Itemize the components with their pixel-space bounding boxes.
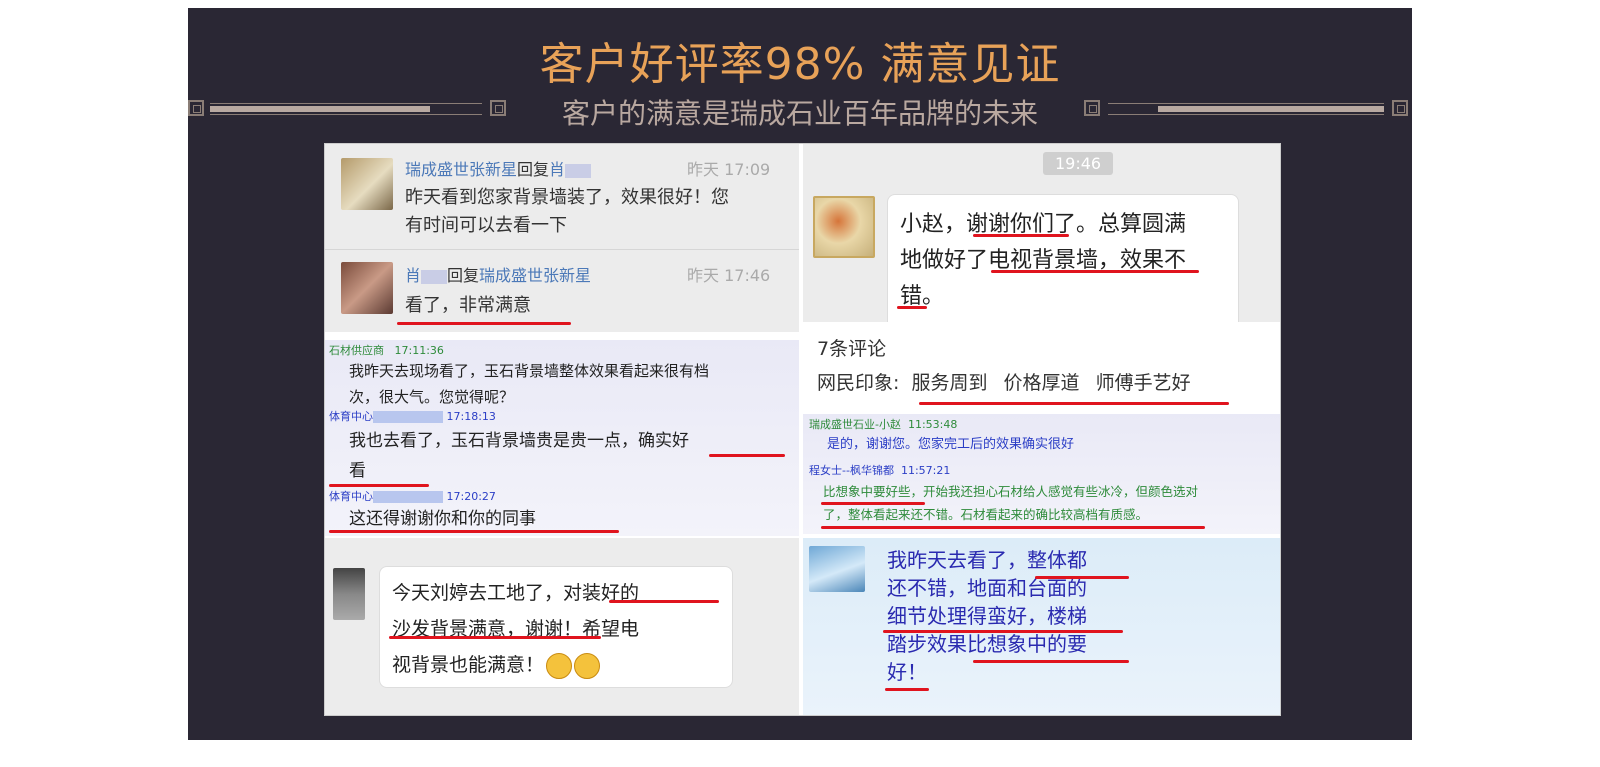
comment-count: 7条评论 (817, 338, 887, 360)
red-underline (897, 306, 927, 309)
sender-name: 体育中心 (329, 490, 373, 503)
chat-bubble: 今天刘婷去工地了，对装好的 沙发背景满意，谢谢！希望电 视背景也能满意！ (379, 566, 733, 688)
red-underline (1035, 576, 1129, 579)
banner-title: 客户好评率98% 满意见证 (539, 39, 1061, 90)
red-underline (973, 660, 1129, 663)
chat-text: 是的，谢谢您。您家完工后的效果确实很好 (827, 437, 1075, 452)
red-underline (991, 270, 1199, 273)
red-underline (883, 630, 1123, 633)
chat-text-line: 比想象中要好些，开始我还担心石材给人感觉有些冰冷，但颜色选对 (823, 484, 1199, 499)
sender-name: 程女士--枫华锦都 (809, 464, 894, 477)
sender-time: 17:18:13 (446, 410, 496, 423)
impression-panel: 7条评论 网民印象: 服务周到 价格厚道 师傅手艺好 (803, 322, 1280, 414)
bubble-line: 地做好了电视背景墙，效果不 (900, 248, 1187, 273)
chat-text: 我昨天去现场看了，玉石背景墙整体效果看起来很有档 次，很大气。您觉得呢？ (349, 358, 709, 410)
user-avatar (341, 262, 393, 314)
red-underline (329, 484, 429, 487)
chat-text-line: 我也去看了，玉石背景墙贵是贵一点，确实好 (349, 431, 689, 451)
user-name: 肖 (405, 266, 422, 285)
red-underline (821, 526, 1205, 529)
chat-sender: 程女士--枫华锦都 11:57:21 (809, 462, 950, 478)
post-time: 昨天 17:46 (687, 266, 771, 285)
impression-tag: 师傅手艺好 (1095, 372, 1191, 394)
red-underline (709, 454, 785, 457)
post-text-line: 有时间可以去看一下 (405, 215, 567, 236)
bubble-text: 今天刘婷去工地了，对装好的 沙发背景满意，谢谢！希望电 视背景也能满意！ (392, 575, 639, 683)
reply-header: 瑞成盛世张新星回复肖 (405, 156, 592, 180)
bubble-line: 视背景也能满意！ (392, 647, 639, 683)
red-underline (609, 600, 719, 603)
post-text: 看了，非常满意 (405, 295, 531, 316)
reply-target: 瑞成盛世张新星 (479, 266, 592, 285)
chat-sender: 体育中心 17:18:13 (329, 408, 496, 424)
chat-text: 这还得谢谢你和你的同事 (349, 509, 536, 529)
chat-panel: 今天刘婷去工地了，对装好的 沙发背景满意，谢谢！希望电 视背景也能满意！ (325, 538, 799, 715)
impression-row: 网民印象: 服务周到 价格厚道 师傅手艺好 (817, 368, 1191, 395)
chat-panel: 19:46 小赵，谢谢你们了。总算圆满 地做好了电视背景墙，效果不 错。 (803, 144, 1280, 322)
user-name: 瑞成盛世张新星 (405, 160, 518, 179)
bubble-line-text: 视背景也能满意！ (392, 654, 545, 676)
bubble-line: 沙发背景满意，谢谢！希望电 (392, 618, 640, 640)
reply-label: 回复 (447, 266, 480, 285)
chat-sender: 体育中心 17:20:27 (329, 488, 496, 504)
ornament-square (1392, 100, 1408, 116)
right-ornament (1084, 100, 1412, 120)
reply-label: 回复 (517, 160, 550, 179)
red-underline (389, 636, 601, 639)
sender-time: 17:11:36 (394, 344, 444, 357)
user-avatar (341, 158, 393, 210)
red-underline (329, 530, 619, 533)
reply-target: 肖 (549, 160, 566, 179)
chat-log-panel: 石材供应商 17:11:36 我昨天去现场看了，玉石背景墙整体效果看起来很有档 … (325, 340, 799, 536)
reply-thread-panel: 瑞成盛世张新星回复肖 昨天 17:09 昨天看到您家背景墙装了，效果很好！您 有… (325, 144, 799, 332)
red-underline (973, 234, 1069, 237)
bubble-line: 今天刘婷去工地了，对装好的 (392, 582, 640, 604)
impression-tag: 价格厚道 (1003, 372, 1080, 394)
chat-text: 我也去看了，玉石背景墙贵是贵一点，确实好 看 (349, 426, 689, 486)
sender-time: 17:20:27 (446, 490, 496, 503)
post-text-line: 昨天看到您家背景墙装了，效果很好！您 (405, 187, 729, 208)
grin-emoji-icon (574, 652, 601, 679)
red-underline (919, 402, 1229, 405)
sender-name: 体育中心 (329, 410, 373, 423)
user-avatar (809, 546, 865, 592)
user-avatar (333, 568, 365, 620)
user-avatar (813, 196, 875, 258)
chat-timestamp: 19:46 (1043, 152, 1114, 175)
chat-sender: 石材供应商 17:11:36 (329, 342, 444, 358)
red-underline (885, 688, 929, 691)
testimonial-collage: 瑞成盛世张新星回复肖 昨天 17:09 昨天看到您家背景墙装了，效果很好！您 有… (324, 143, 1281, 716)
impression-tag: 服务周到 (911, 372, 988, 394)
chat-text-line: 我昨天去看了，整体都 (887, 548, 1087, 572)
sender-name: 瑞成盛世石业-小赵 (809, 418, 901, 431)
bubble-text: 小赵，谢谢你们了。总算圆满 地做好了电视背景墙，效果不 错。 (900, 207, 1186, 315)
bubble-line: 错。 (900, 284, 945, 309)
chat-sender: 瑞成盛世石业-小赵 11:53:48 (809, 416, 957, 432)
sender-time: 11:53:48 (907, 418, 958, 431)
post-text: 昨天看到您家背景墙装了，效果很好！您 有时间可以去看一下 (405, 184, 729, 240)
red-underline (397, 322, 571, 325)
chat-text-line: 我昨天去现场看了，玉石背景墙整体效果看起来很有档 (349, 362, 710, 380)
chat-text-line: 细节处理得蛮好，楼梯 (887, 604, 1087, 628)
bubble-line: 小赵，谢谢你们了。总算圆满 (900, 212, 1187, 237)
ornament-bar (1108, 103, 1384, 115)
chat-text-line: 了，整体看起来还不错。石材看起来的确比较高档有质感。 (823, 507, 1149, 522)
ornament-square (1084, 100, 1100, 116)
chat-text-line: 次，很大气。您觉得呢？ (349, 388, 515, 406)
chat-text-line: 看 (349, 461, 366, 481)
chat-text: 我昨天去看了，整体都 还不错，地面和台面的 细节处理得蛮好，楼梯 踏步效果比想象… (887, 546, 1087, 686)
qq-chat-panel: 瑞成盛世石业-小赵 11:53:48 是的，谢谢您。您家完工后的效果确实很好 程… (803, 414, 1280, 534)
grin-emoji-icon (546, 652, 573, 679)
chat-panel: 我昨天去看了，整体都 还不错，地面和台面的 细节处理得蛮好，楼梯 踏步效果比想象… (803, 538, 1280, 715)
reply-header: 肖 回复瑞成盛世张新星 (405, 262, 591, 286)
red-underline (821, 502, 925, 505)
sender-name: 石材供应商 (329, 344, 384, 357)
post-time: 昨天 17:09 (687, 160, 771, 179)
chat-bubble: 小赵，谢谢你们了。总算圆满 地做好了电视背景墙，效果不 错。 (887, 194, 1239, 322)
impression-label: 网民印象: (817, 372, 900, 394)
chat-text-line: 踏步效果比想象中的要 (887, 632, 1087, 656)
sender-time: 11:57:21 (900, 464, 951, 477)
